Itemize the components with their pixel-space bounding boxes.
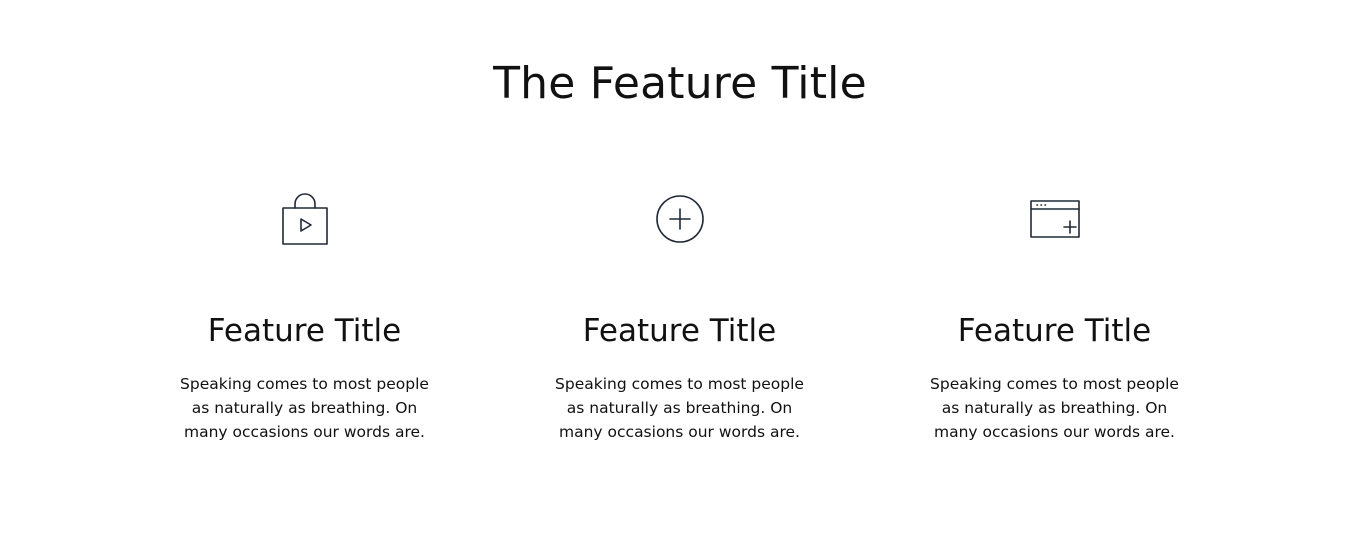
shopping-bag-play-icon — [273, 190, 337, 254]
feature-card: Feature Title Speaking comes to most peo… — [117, 190, 492, 444]
feature-description: Speaking comes to most people as natural… — [555, 375, 804, 441]
circle-plus-icon — [648, 190, 712, 254]
section-title: The Feature Title — [493, 58, 867, 109]
features-grid: Feature Title Speaking comes to most peo… — [117, 190, 1242, 444]
feature-card: Feature Title Speaking comes to most peo… — [867, 190, 1242, 444]
feature-description: Speaking comes to most people as natural… — [930, 375, 1179, 441]
browser-window-add-icon — [1023, 190, 1087, 254]
feature-title: Feature Title — [207, 313, 402, 349]
feature-description: Speaking comes to most people as natural… — [180, 375, 429, 441]
feature-title: Feature Title — [582, 313, 777, 349]
feature-card: Feature Title Speaking comes to most peo… — [492, 190, 867, 444]
features-section: The Feature Title Feature Title Speaking… — [0, 0, 1360, 556]
feature-title: Feature Title — [957, 313, 1152, 349]
